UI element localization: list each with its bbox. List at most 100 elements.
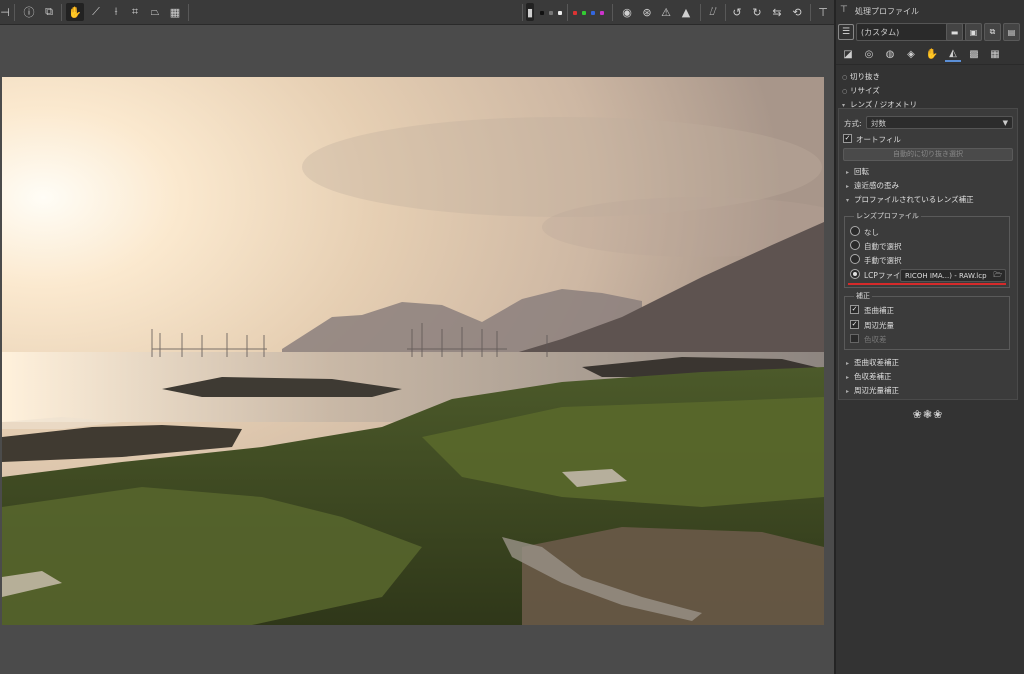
preview-gray-swatch[interactable] (549, 11, 553, 15)
ca-checkbox (850, 334, 859, 343)
top-toolbar: ⊣ ⓘ ⧉ ✋ ⟋ ⟊ ⌗ ⏢ ▦ ▮ ◉ ⊛ ⚠ ▲ ⌰ ↺ ↻ ⇆ ⟲ ⊤ (0, 0, 834, 25)
section-crop[interactable]: ○ 切り抜き (842, 71, 880, 82)
profile-select-value: (カスタム) (861, 28, 900, 37)
straighten-icon[interactable]: ⟊ (107, 3, 125, 21)
profile-list-icon[interactable]: ☰ (838, 24, 854, 40)
radio-manual[interactable] (850, 254, 860, 264)
focus-mask-icon[interactable]: ◉ (618, 3, 636, 21)
preview-red-channel[interactable] (573, 11, 577, 15)
correction-legend: 補正 (854, 291, 872, 301)
tune-icon[interactable]: ⊤ (814, 3, 832, 21)
collapsed-arrow-icon: ▸ (846, 388, 850, 395)
subsection-ca-correction-label: 色収差補正 (854, 372, 892, 381)
distortion-checkbox[interactable]: ✓ (850, 305, 859, 314)
flip-vertical-icon[interactable]: ⟲ (788, 3, 806, 21)
panel-toggle-icon[interactable]: ⊣ (0, 3, 10, 21)
section-crop-label: 切り抜き (850, 72, 880, 81)
radio-lcp-file[interactable] (850, 269, 860, 279)
paste-profile-button[interactable]: ▤ (1003, 23, 1020, 41)
collapsed-arrow-icon: ▸ (846, 169, 850, 176)
toolbar-separator (61, 4, 62, 21)
collapsed-arrow-icon: ▸ (846, 360, 850, 367)
subsection-ca-correction[interactable]: ▸ 色収差補正 (846, 371, 892, 382)
subsection-vignetting-correction-label: 周辺光量補正 (854, 386, 899, 395)
vignetting-label: 周辺光量 (864, 321, 894, 330)
ca-label: 色収差 (864, 335, 887, 344)
hand-icon[interactable]: ✋ (66, 3, 84, 21)
navigator-icon[interactable]: ⊛ (638, 3, 656, 21)
preview-luminance-channel[interactable] (600, 11, 604, 15)
toolbar-separator (612, 4, 613, 21)
rotate-right-icon[interactable]: ↻ (748, 3, 766, 21)
radio-auto[interactable] (850, 240, 860, 250)
tab-advanced[interactable]: ◈ (903, 46, 919, 62)
disabled-dot-icon: ○ (842, 74, 848, 81)
info-icon[interactable]: ⓘ (20, 3, 38, 21)
image-canvas[interactable] (0, 25, 834, 674)
crop-icon[interactable]: ⌗ (126, 3, 144, 21)
rotate-left-icon[interactable]: ↺ (728, 3, 746, 21)
radio-none[interactable] (850, 226, 860, 236)
tab-transform[interactable]: ◭ (945, 46, 961, 62)
panel-title: 処理プロファイル (855, 7, 919, 16)
eyedropper-icon[interactable]: ⟋ (87, 3, 105, 21)
copy-profile-button[interactable]: ⧉ (984, 23, 1001, 41)
autofill-checkbox[interactable]: ✓ (843, 134, 852, 143)
method-select[interactable]: 対数 ▼ (866, 116, 1013, 129)
preview-blue-channel[interactable] (591, 11, 595, 15)
shadow-clipping-icon[interactable]: ⚠ (657, 3, 675, 21)
tab-detail[interactable]: ◎ (861, 46, 877, 62)
subsection-vignetting-correction[interactable]: ▸ 周辺光量補正 (846, 385, 899, 396)
toolbar-separator (522, 4, 523, 21)
folder-open-icon[interactable]: 🗁 (993, 271, 1002, 281)
ornament-divider: ❀❃❀ (912, 408, 944, 421)
subsection-distortion-correction[interactable]: ▸ 歪曲収差補正 (846, 357, 899, 368)
vignetting-checkbox[interactable]: ✓ (850, 320, 859, 329)
autocrop-button[interactable]: 自動的に切り抜き選択 (843, 148, 1013, 161)
subsection-perspective-label: 遠近感の歪み (854, 181, 899, 190)
raw-editor-window: ⊣ ⓘ ⧉ ✋ ⟋ ⟊ ⌗ ⏢ ▦ ▮ ◉ ⊛ ⚠ ▲ ⌰ ↺ ↻ ⇆ ⟲ ⊤ (0, 0, 1024, 674)
preview-white-swatch[interactable] (558, 11, 562, 15)
toolbar-separator (14, 4, 15, 21)
radio-auto-label: 自動で選択 (864, 242, 902, 251)
toolbar-separator (810, 4, 811, 21)
section-resize-label: リサイズ (850, 86, 880, 95)
toolbar-separator (188, 4, 189, 21)
subsection-profiled-correction[interactable]: ▾ プロファイルされているレンズ補正 (846, 194, 974, 205)
open-profile-button[interactable]: ▬ (946, 23, 963, 41)
tab-local[interactable]: ✋ (924, 46, 940, 62)
disabled-dot-icon: ○ (842, 88, 848, 95)
tool-tabs: ◪ ◎ ◍ ◈ ✋ ◭ ▩ ▦ (836, 43, 1024, 65)
method-select-value: 対数 (871, 119, 886, 128)
preview-channel-toggle[interactable]: ▮ (526, 3, 534, 21)
flip-horizontal-icon[interactable]: ⇆ (768, 3, 786, 21)
radio-manual-label: 手動で選択 (864, 256, 902, 265)
highlight-clipping-icon[interactable]: ▲ (677, 3, 695, 21)
grid-icon[interactable]: ▦ (166, 3, 184, 21)
collapsed-arrow-icon: ▸ (846, 183, 850, 190)
tab-color[interactable]: ◍ (882, 46, 898, 62)
preview-black-swatch[interactable] (540, 11, 544, 15)
radio-none-label: なし (864, 228, 879, 237)
tab-metadata[interactable]: ▦ (987, 46, 1003, 62)
distortion-label: 歪曲補正 (864, 306, 894, 315)
tab-raw[interactable]: ▩ (966, 46, 982, 62)
histogram-icon[interactable]: ⌰ (704, 3, 722, 21)
landscape-photo (2, 77, 824, 625)
layers-icon[interactable]: ⧉ (40, 3, 58, 21)
preview-green-channel[interactable] (582, 11, 586, 15)
section-resize[interactable]: ○ リサイズ (842, 85, 880, 96)
toolbar-separator (567, 4, 568, 21)
subsection-distortion-correction-label: 歪曲収差補正 (854, 358, 899, 367)
save-profile-button[interactable]: ▣ (965, 23, 982, 41)
profile-row: ☰ (カスタム) ▼ ▬ ▣ ⧉ ▤ (836, 22, 1022, 42)
subsection-rotate[interactable]: ▸ 回転 (846, 166, 869, 177)
subsection-perspective[interactable]: ▸ 遠近感の歪み (846, 180, 899, 191)
lens-profile-legend: レンズプロファイル (854, 211, 921, 221)
collapsed-arrow-icon: ▸ (846, 374, 850, 381)
perspective-icon[interactable]: ⏢ (146, 3, 164, 21)
expanded-arrow-icon: ▾ (846, 197, 850, 204)
photo-preview[interactable] (2, 77, 824, 625)
tab-exposure[interactable]: ◪ (840, 46, 856, 62)
lcp-file-field[interactable]: RICOH IMA...) - RAW.lcp 🗁 (900, 269, 1006, 282)
